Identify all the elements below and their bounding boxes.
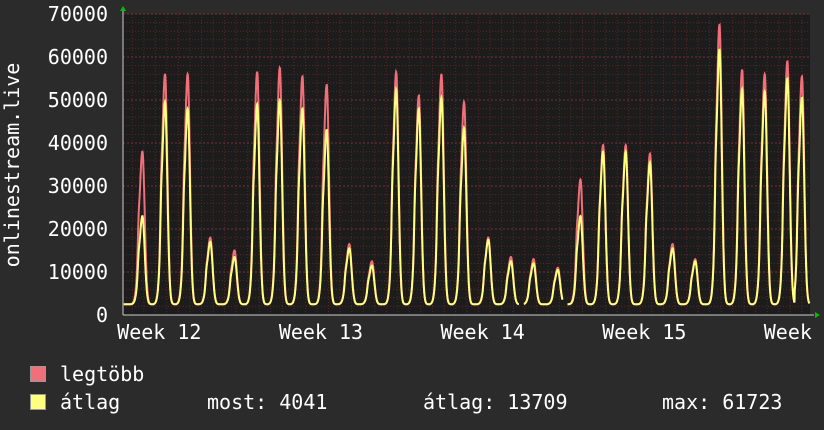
- y-tick-label: 60000: [48, 45, 108, 69]
- peak-avg-point: [649, 161, 651, 164]
- peak-max-point: [256, 71, 258, 73]
- x-tick-label: Week 14: [440, 320, 524, 344]
- peak-max-point: [371, 260, 373, 263]
- legend-avg-swatch: [30, 394, 46, 410]
- x-axis-arrow: [815, 312, 820, 318]
- y-tick-label: 40000: [48, 131, 108, 155]
- peak-max-point: [418, 94, 420, 97]
- y-axis-arrow: [120, 6, 126, 11]
- legend-max-label: legtöbb: [60, 362, 145, 386]
- peak-avg-point: [186, 107, 189, 110]
- legend-max: legtöbb: [30, 362, 144, 386]
- peak-avg-point: [348, 247, 351, 250]
- y-tick-label: 10000: [48, 260, 108, 284]
- peak-max-point: [463, 101, 465, 103]
- peak-max-point: [786, 60, 789, 63]
- peak-max-point: [624, 144, 627, 146]
- peak-avg-point: [718, 48, 721, 51]
- y-tick-label: 70000: [48, 2, 108, 26]
- peak-avg-point: [141, 215, 144, 217]
- peak-max-point: [718, 23, 721, 26]
- peak-max-point: [395, 71, 397, 73]
- peak-avg-point: [256, 103, 258, 106]
- x-tick-label: Week 16: [764, 320, 824, 344]
- peak-max-point: [763, 73, 766, 75]
- peak-avg-point: [624, 150, 627, 153]
- peak-avg-point: [671, 247, 674, 250]
- peak-avg-point: [209, 241, 212, 243]
- x-tick-label: Week 13: [279, 320, 363, 344]
- peak-max-point: [510, 256, 512, 258]
- peak-avg-point: [164, 101, 166, 103]
- peak-avg-point: [763, 90, 766, 93]
- peak-avg-point: [801, 97, 803, 99]
- y-tick-label: 20000: [48, 217, 108, 241]
- peak-avg-point: [371, 264, 373, 267]
- peak-max-point: [209, 236, 212, 239]
- chart-root: 0 10000 20000 30000 40000 50000 60000 70000 Week…: [0, 0, 824, 430]
- peak-avg-point: [741, 88, 743, 91]
- peak-avg-point: [532, 262, 535, 265]
- peak-avg-point: [510, 260, 512, 263]
- peak-max-point: [694, 258, 697, 260]
- peak-max-point: [186, 73, 189, 75]
- peak-max-point: [141, 150, 144, 153]
- peak-avg-point: [463, 127, 465, 129]
- peak-max-point: [649, 152, 651, 155]
- peak-max-point: [671, 243, 674, 245]
- peak-max-point: [301, 75, 304, 78]
- peak-max-point: [233, 249, 236, 252]
- peak-max-point: [579, 178, 582, 181]
- peak-max-point: [602, 144, 604, 146]
- peak-max-point: [325, 84, 328, 86]
- x-tick-label: Week 12: [117, 320, 201, 344]
- legend-avg-label: átlag: [60, 390, 121, 414]
- legend-max-swatch: [30, 366, 46, 382]
- peak-max-point: [532, 258, 535, 260]
- legend-avg: átlag: [30, 390, 120, 414]
- y-tick-label: 30000: [48, 174, 108, 198]
- peak-max-point: [164, 73, 166, 75]
- peak-max-point: [741, 69, 743, 71]
- y-tick-label: 0: [96, 303, 108, 327]
- peak-avg-point: [694, 260, 697, 263]
- peak-avg-point: [325, 129, 328, 131]
- peak-avg-point: [233, 256, 236, 258]
- y-tick-label: 50000: [48, 88, 108, 112]
- peak-max-point: [278, 66, 281, 69]
- peak-max-point: [801, 75, 803, 78]
- stat-average: átlag: 13709: [423, 390, 568, 414]
- peak-max-point: [557, 266, 559, 269]
- peak-max-point: [348, 243, 351, 245]
- peak-avg-point: [579, 215, 582, 217]
- stat-current: most: 4041: [207, 390, 328, 414]
- peak-avg-point: [395, 88, 397, 91]
- y-axis-label: onlinestream.live: [0, 63, 24, 268]
- peak-avg-point: [602, 150, 604, 153]
- peak-avg-point: [487, 238, 490, 241]
- peak-avg-point: [557, 269, 559, 271]
- peak-avg-point: [786, 77, 789, 80]
- peak-avg-point: [301, 107, 304, 110]
- peak-avg-point: [278, 99, 281, 101]
- peak-max-point: [487, 236, 490, 239]
- peak-avg-point: [440, 97, 443, 99]
- peak-max-point: [440, 73, 443, 75]
- peak-avg-point: [418, 107, 420, 110]
- x-tick-label: Week 15: [602, 320, 686, 344]
- stat-maximum: max: 61723: [662, 390, 783, 414]
